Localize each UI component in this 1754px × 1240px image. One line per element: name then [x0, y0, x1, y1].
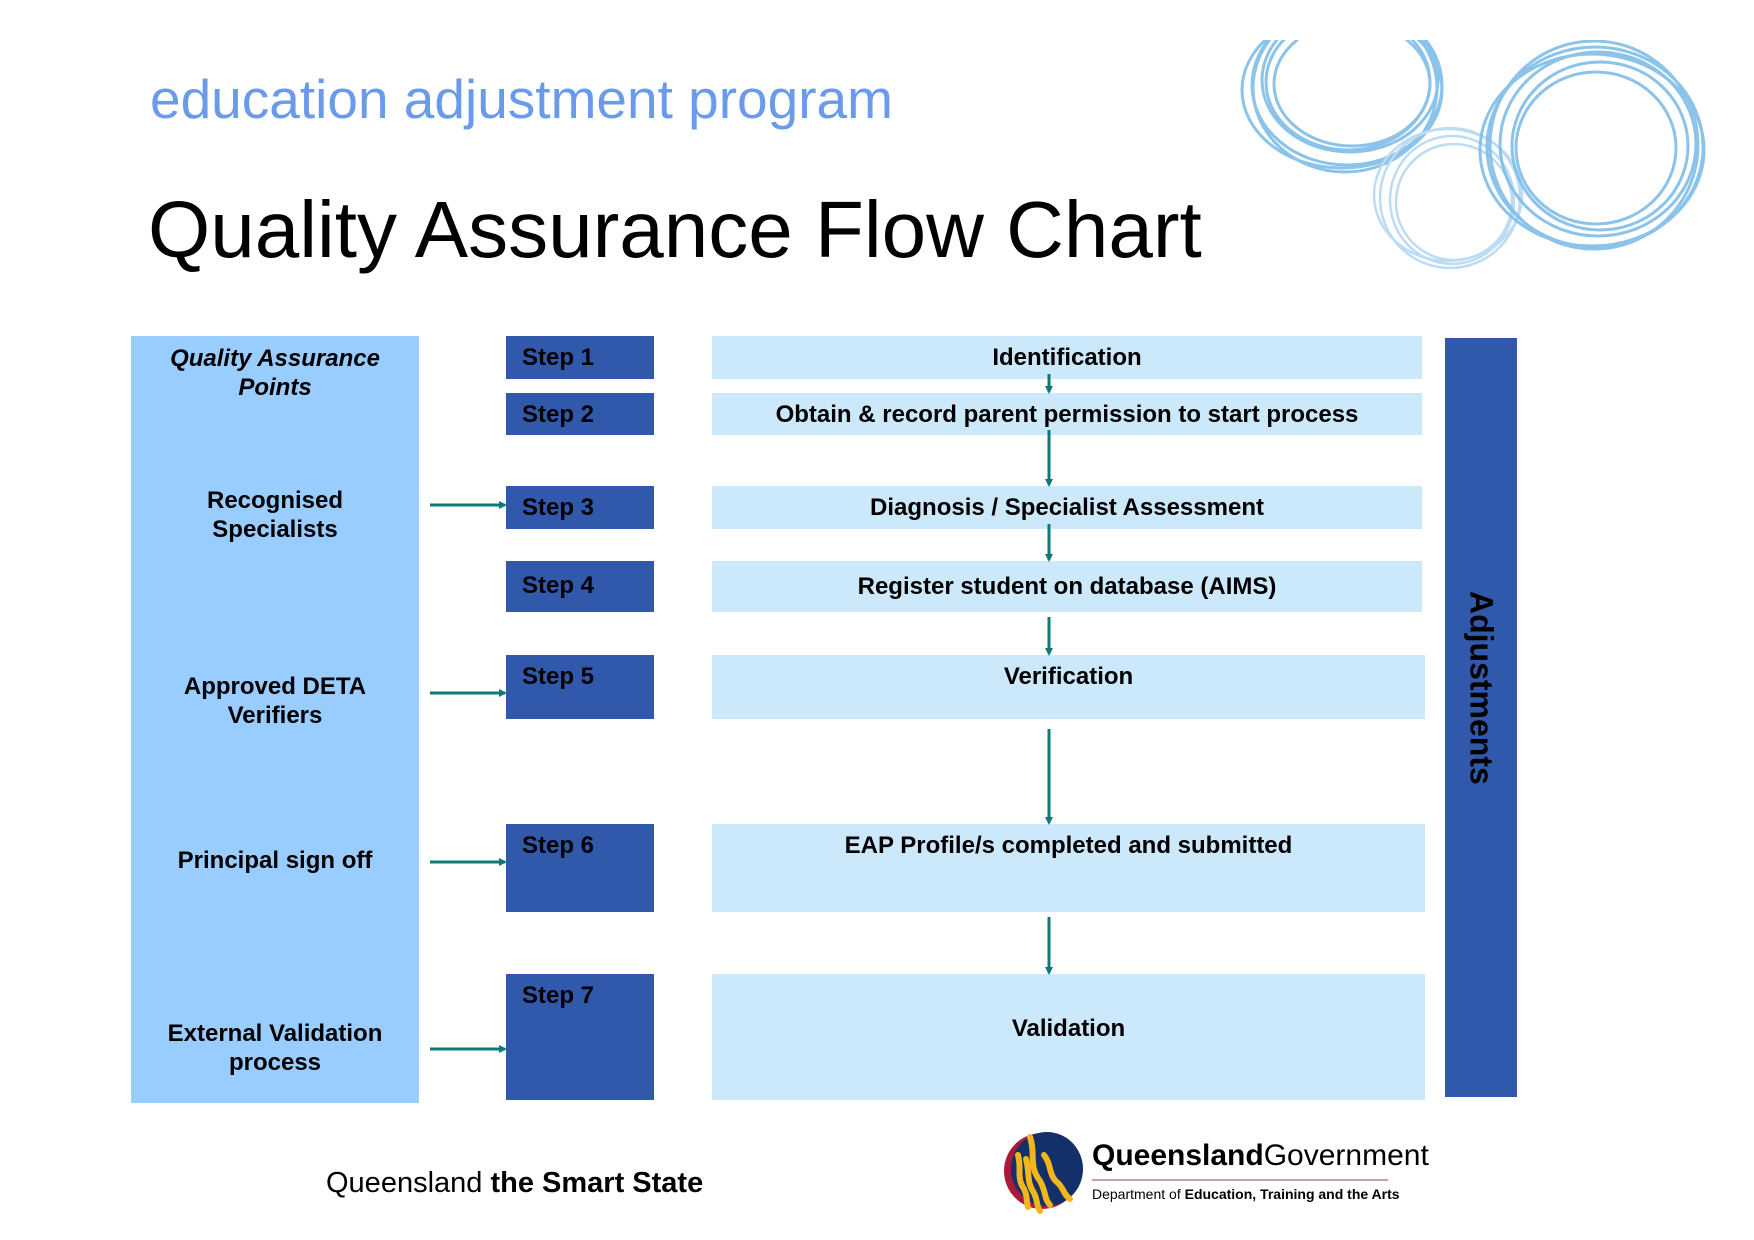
qa-panel-heading: Quality Assurance Points — [131, 344, 419, 402]
process-box-eap-profile: EAP Profile/s completed and submitted — [712, 824, 1425, 912]
qa-point-line: process — [228, 1049, 322, 1076]
process-label: EAP Profile/s completed and submitted — [844, 832, 1293, 859]
page-title: Quality Assurance Flow Chart — [148, 185, 1202, 274]
step-label: Step 5 — [522, 663, 595, 690]
step-box-6: Step 6 — [506, 824, 654, 912]
govt-name-bold: Queensland — [1092, 1139, 1264, 1172]
step-label: Step 2 — [522, 401, 595, 428]
adjustments-bar: Adjustments — [1445, 338, 1517, 1097]
department-name: Department of Education, Training and th… — [1092, 1186, 1400, 1202]
process-box-verification: Verification — [712, 655, 1425, 719]
dept-bold: Education, Training and the Arts — [1184, 1186, 1400, 1202]
slogan-bold: the Smart State — [490, 1167, 704, 1199]
process-box-diagnosis: Diagnosis / Specialist Assessment — [712, 486, 1422, 529]
program-name: education adjustment program — [150, 68, 893, 130]
step-label: Step 6 — [522, 832, 595, 859]
step-label: Step 7 — [522, 982, 595, 1009]
qa-point-line: External Validation — [167, 1020, 383, 1047]
qa-point-line: Approved DETA — [183, 673, 367, 700]
process-label: Verification — [1003, 663, 1134, 690]
govt-name-regular: Government — [1263, 1139, 1429, 1172]
process-box-validation: Validation — [712, 974, 1425, 1100]
decorative-scribble-circles — [1240, 40, 1706, 270]
qa-point-line: Principal sign off — [177, 847, 373, 874]
process-label: Validation — [1011, 1015, 1126, 1042]
qa-point-line: Verifiers — [227, 702, 323, 729]
quality-assurance-points-panel: Quality Assurance Points Recognised Spec… — [131, 336, 419, 1103]
logo-divider — [1092, 1179, 1388, 1181]
qa-point-line: Specialists — [212, 516, 338, 543]
adjustments-label: Adjustments — [1463, 591, 1500, 785]
step-box-7: Step 7 — [506, 974, 654, 1100]
qa-point-recognised-specialists: Recognised Specialists — [131, 486, 419, 544]
process-label: Identification — [992, 344, 1142, 371]
queensland-government-logo: QueenslandGovernment Department of Educa… — [1000, 1125, 1429, 1220]
step-box-3: Step 3 — [506, 486, 654, 529]
dept-regular: Department of — [1092, 1186, 1181, 1202]
step-box-5: Step 5 — [506, 655, 654, 719]
qa-heading-line: Quality Assurance — [170, 345, 380, 372]
smart-state-slogan: Queensland the Smart State — [326, 1167, 703, 1200]
qa-point-line: Recognised — [206, 487, 344, 514]
process-label: Register student on database (AIMS) — [857, 573, 1277, 600]
scribble-right-icon — [1478, 40, 1706, 251]
government-name: QueenslandGovernment — [1092, 1139, 1429, 1173]
qa-point-external-validation: External Validation process — [131, 1019, 419, 1077]
qa-point-approved-verifiers: Approved DETA Verifiers — [131, 672, 419, 730]
step-box-4: Step 4 — [506, 561, 654, 612]
qa-point-principal-sign-off: Principal sign off — [131, 846, 419, 875]
slogan-regular: Queensland — [326, 1167, 483, 1199]
step-label: Step 3 — [522, 494, 595, 521]
step-box-1: Step 1 — [506, 336, 654, 379]
qa-heading-line: Points — [238, 374, 312, 401]
process-box-register: Register student on database (AIMS) — [712, 561, 1422, 612]
queensland-crest-icon — [1004, 1132, 1083, 1214]
process-label: Diagnosis / Specialist Assessment — [870, 494, 1264, 521]
step-label: Step 4 — [522, 572, 595, 599]
process-box-identification: Identification — [712, 336, 1422, 379]
process-label: Obtain & record parent permission to sta… — [775, 401, 1359, 428]
step-label: Step 1 — [522, 344, 595, 371]
step-box-2: Step 2 — [506, 393, 654, 435]
process-box-parent-permission: Obtain & record parent permission to sta… — [712, 393, 1422, 435]
